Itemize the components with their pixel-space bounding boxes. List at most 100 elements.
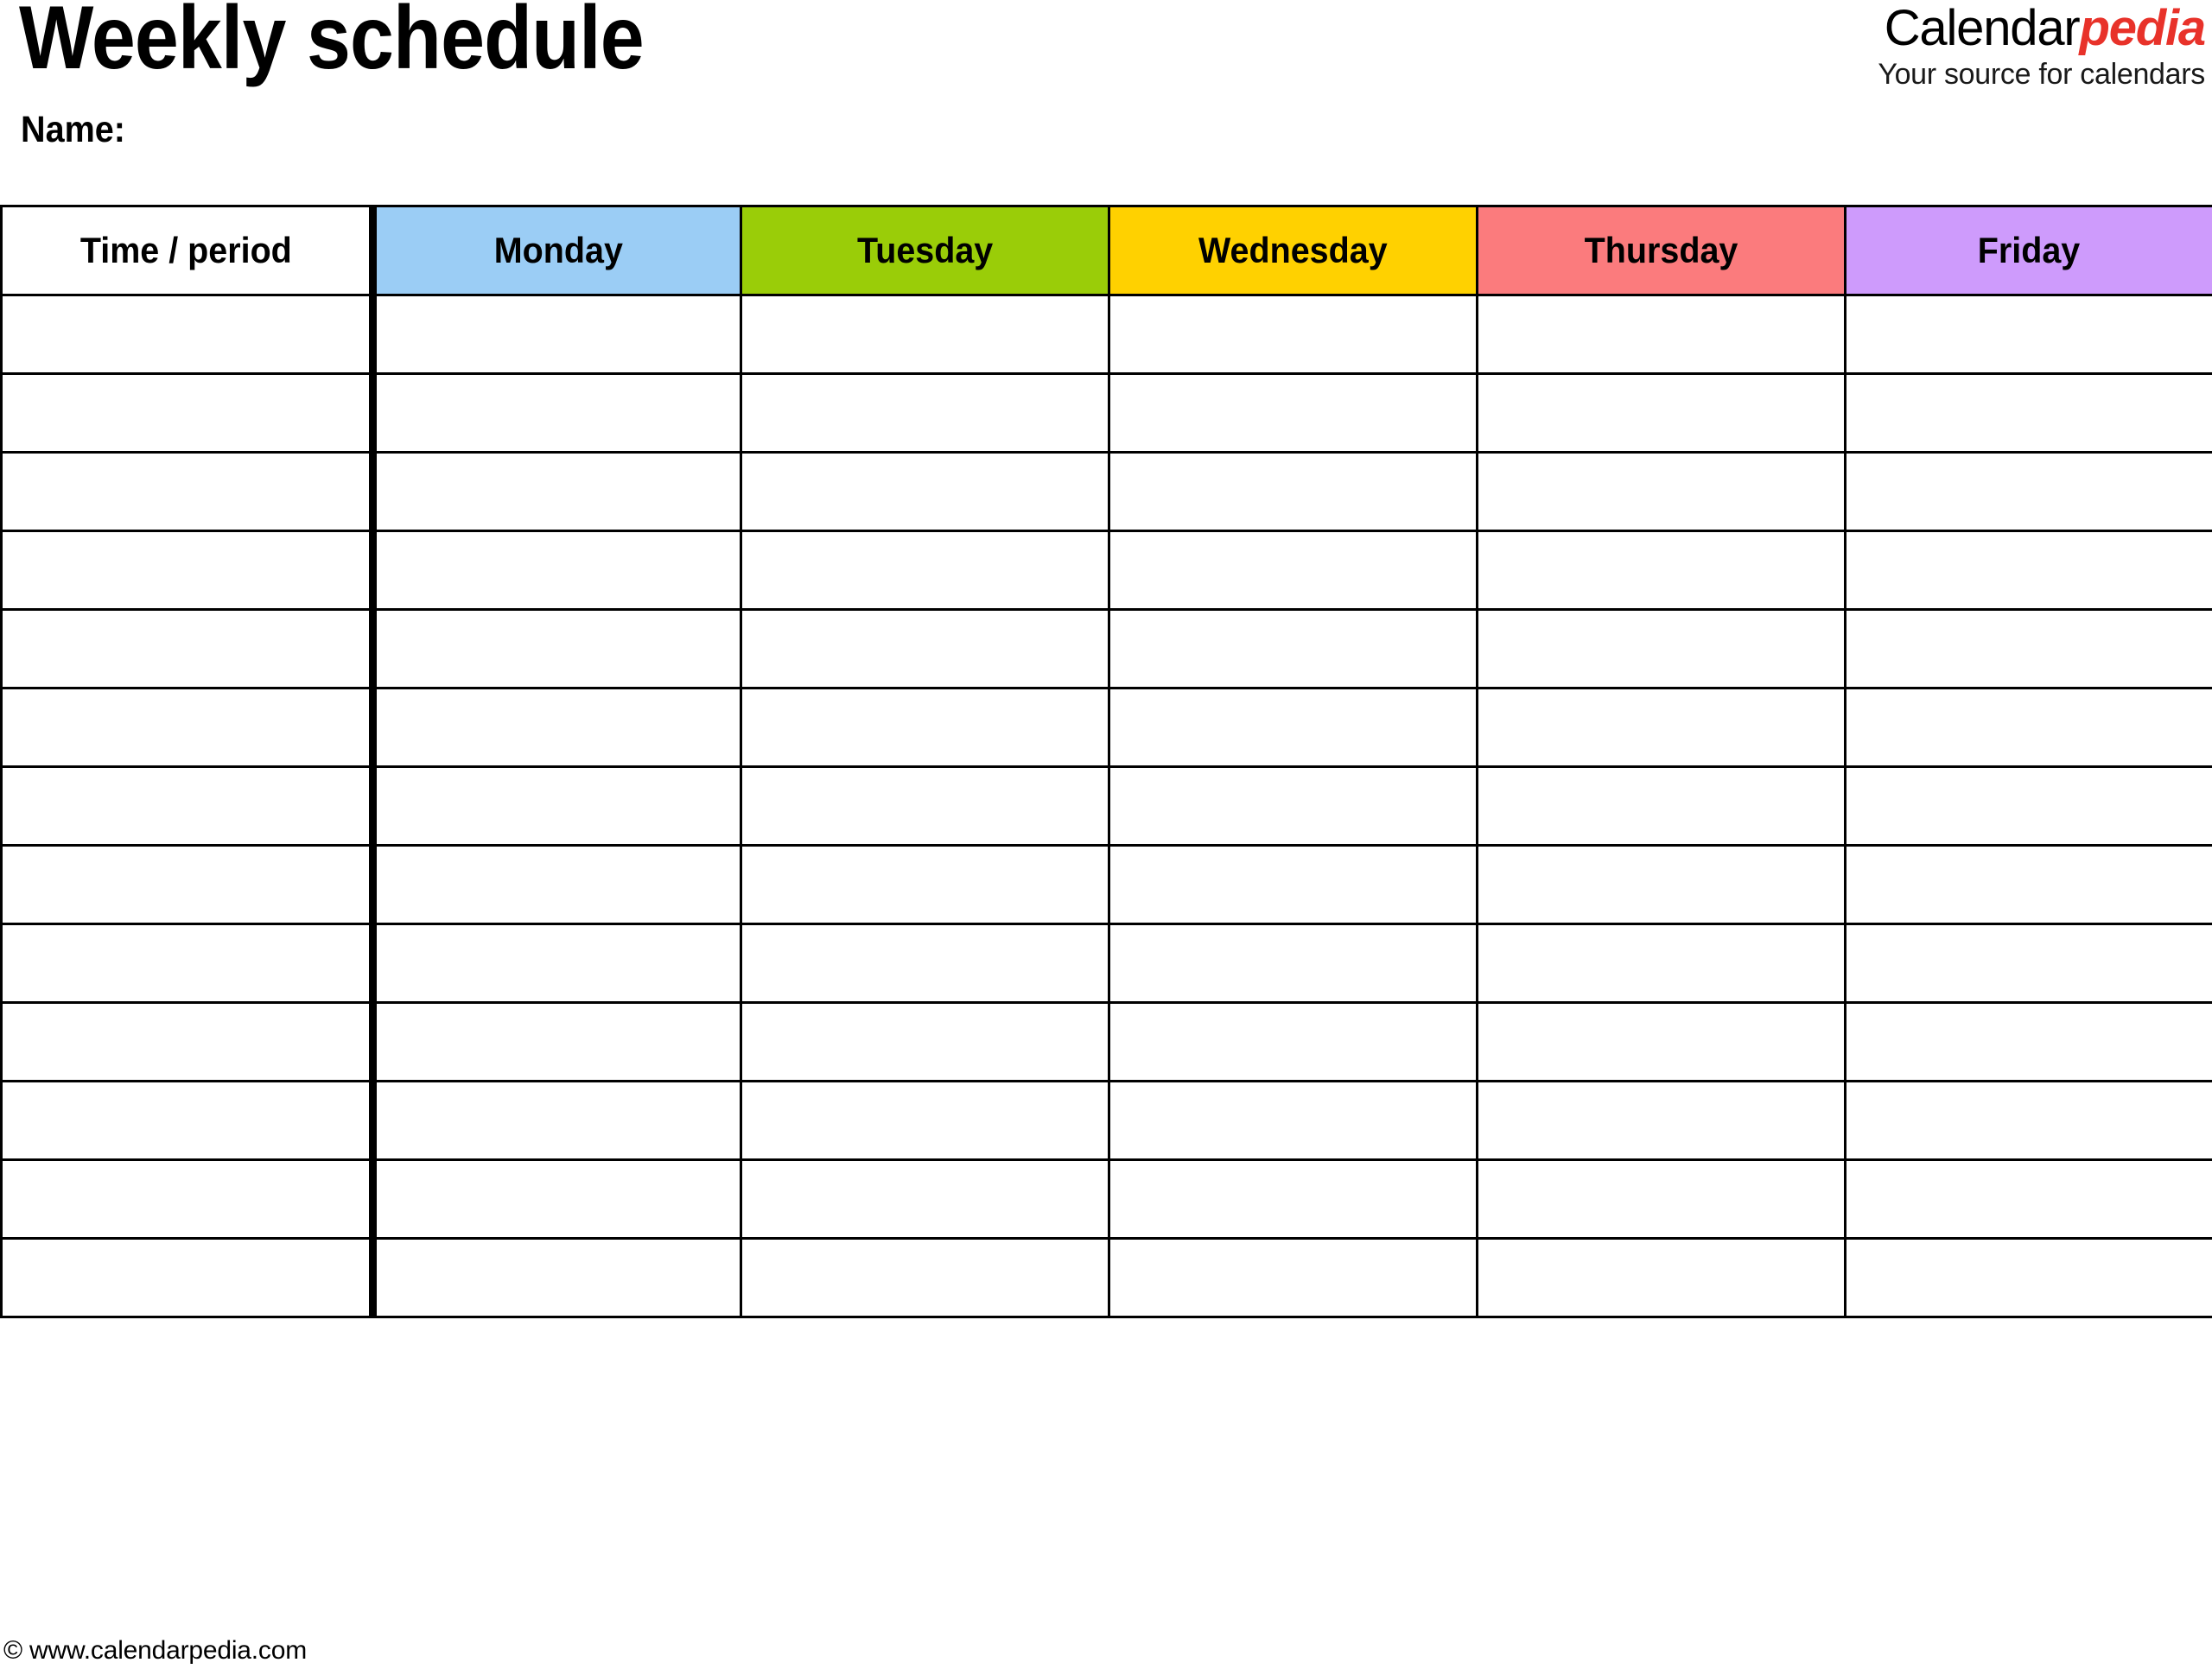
- time-period-cell[interactable]: [0, 451, 377, 532]
- schedule-cell[interactable]: [740, 687, 1110, 768]
- schedule-row: [0, 844, 2212, 925]
- schedule-cell[interactable]: [372, 451, 742, 532]
- schedule-cell[interactable]: [1108, 1158, 1478, 1240]
- schedule-cell[interactable]: [372, 1080, 742, 1161]
- schedule-cell[interactable]: [372, 923, 742, 1004]
- schedule-cell[interactable]: [1476, 765, 1847, 847]
- schedule-cell[interactable]: [1844, 765, 2212, 847]
- schedule-cell[interactable]: [1844, 1237, 2212, 1318]
- schedule-cell[interactable]: [740, 372, 1110, 454]
- schedule-cell[interactable]: [372, 372, 742, 454]
- page-header: Weekly schedule Name: Calendarpedia Your…: [0, 0, 2212, 205]
- schedule-cell[interactable]: [372, 1001, 742, 1082]
- schedule-cell[interactable]: [372, 1237, 742, 1318]
- schedule-cell[interactable]: [740, 1001, 1110, 1082]
- schedule-cell[interactable]: [1476, 687, 1847, 768]
- time-period-cell[interactable]: [0, 687, 377, 768]
- schedule-cell[interactable]: [1108, 294, 1478, 375]
- column-header-label: Time / period: [79, 230, 292, 270]
- schedule-header-row: Time / period Monday Tuesday Wednesday Thurs…: [0, 205, 2212, 296]
- schedule-cell[interactable]: [740, 294, 1110, 375]
- schedule-cell[interactable]: [740, 608, 1110, 689]
- schedule-cell[interactable]: [1844, 530, 2212, 611]
- schedule-cell[interactable]: [1844, 687, 2212, 768]
- schedule-cell[interactable]: [740, 765, 1110, 847]
- column-header-tuesday: Tuesday: [740, 205, 1110, 296]
- schedule-table-container: Time / period Monday Tuesday Wednesday Thurs…: [0, 205, 2212, 1318]
- schedule-cell[interactable]: [1108, 608, 1478, 689]
- column-header-label: Friday: [1978, 230, 2081, 270]
- schedule-cell[interactable]: [1476, 1001, 1847, 1082]
- column-header-friday: Friday: [1844, 205, 2212, 296]
- schedule-cell[interactable]: [372, 765, 742, 847]
- schedule-cell[interactable]: [372, 294, 742, 375]
- time-period-cell[interactable]: [0, 923, 377, 1004]
- schedule-cell[interactable]: [1476, 923, 1847, 1004]
- schedule-row: [0, 765, 2212, 847]
- time-period-cell[interactable]: [0, 1158, 377, 1240]
- schedule-cell[interactable]: [740, 923, 1110, 1004]
- schedule-cell[interactable]: [1108, 923, 1478, 1004]
- schedule-cell[interactable]: [1476, 294, 1847, 375]
- schedule-cell[interactable]: [1844, 608, 2212, 689]
- schedule-cell[interactable]: [1476, 1080, 1847, 1161]
- time-period-cell[interactable]: [0, 1001, 377, 1082]
- schedule-cell[interactable]: [1844, 1001, 2212, 1082]
- schedule-cell[interactable]: [740, 530, 1110, 611]
- schedule-cell[interactable]: [1108, 530, 1478, 611]
- brand-tagline: Your source for calendars: [1878, 57, 2205, 91]
- schedule-cell[interactable]: [1844, 451, 2212, 532]
- weekly-schedule-table: Time / period Monday Tuesday Wednesday Thurs…: [0, 205, 2212, 1318]
- schedule-cell[interactable]: [740, 1080, 1110, 1161]
- schedule-cell[interactable]: [1476, 1237, 1847, 1318]
- schedule-row: [0, 451, 2212, 532]
- schedule-cell[interactable]: [372, 1158, 742, 1240]
- time-period-cell[interactable]: [0, 1080, 377, 1161]
- time-period-cell[interactable]: [0, 294, 377, 375]
- schedule-row: [0, 608, 2212, 689]
- time-period-cell[interactable]: [0, 608, 377, 689]
- schedule-cell[interactable]: [740, 451, 1110, 532]
- schedule-cell[interactable]: [1476, 608, 1847, 689]
- time-period-cell[interactable]: [0, 844, 377, 925]
- time-period-cell[interactable]: [0, 530, 377, 611]
- schedule-cell[interactable]: [740, 1158, 1110, 1240]
- schedule-cell[interactable]: [1844, 294, 2212, 375]
- brand-word-calendar: Calendar: [1884, 0, 2081, 56]
- schedule-table-body: [0, 294, 2212, 1318]
- schedule-cell[interactable]: [1108, 1080, 1478, 1161]
- schedule-cell[interactable]: [740, 1237, 1110, 1318]
- schedule-cell[interactable]: [372, 687, 742, 768]
- schedule-cell[interactable]: [1844, 372, 2212, 454]
- weekly-schedule-page: Weekly schedule Name: Calendarpedia Your…: [0, 0, 2212, 1669]
- schedule-cell[interactable]: [1108, 765, 1478, 847]
- schedule-cell[interactable]: [1844, 1080, 2212, 1161]
- page-title: Weekly schedule: [19, 0, 645, 88]
- schedule-cell[interactable]: [1476, 844, 1847, 925]
- schedule-row: [0, 687, 2212, 768]
- schedule-cell[interactable]: [1476, 372, 1847, 454]
- schedule-row: [0, 1001, 2212, 1082]
- column-header-label: Monday: [493, 230, 623, 270]
- schedule-cell[interactable]: [1844, 923, 2212, 1004]
- schedule-cell[interactable]: [1108, 451, 1478, 532]
- schedule-cell[interactable]: [1844, 1158, 2212, 1240]
- schedule-cell[interactable]: [1108, 844, 1478, 925]
- column-header-thursday: Thursday: [1476, 205, 1847, 296]
- schedule-cell[interactable]: [372, 844, 742, 925]
- schedule-cell[interactable]: [1108, 687, 1478, 768]
- schedule-cell[interactable]: [740, 844, 1110, 925]
- time-period-cell[interactable]: [0, 1237, 377, 1318]
- schedule-cell[interactable]: [372, 608, 742, 689]
- schedule-cell[interactable]: [1844, 844, 2212, 925]
- schedule-cell[interactable]: [1108, 1001, 1478, 1082]
- schedule-cell[interactable]: [372, 530, 742, 611]
- schedule-cell[interactable]: [1476, 1158, 1847, 1240]
- column-header-label: Wednesday: [1198, 230, 1388, 270]
- schedule-cell[interactable]: [1476, 451, 1847, 532]
- schedule-cell[interactable]: [1108, 372, 1478, 454]
- time-period-cell[interactable]: [0, 765, 377, 847]
- schedule-cell[interactable]: [1476, 530, 1847, 611]
- schedule-cell[interactable]: [1108, 1237, 1478, 1318]
- time-period-cell[interactable]: [0, 372, 377, 454]
